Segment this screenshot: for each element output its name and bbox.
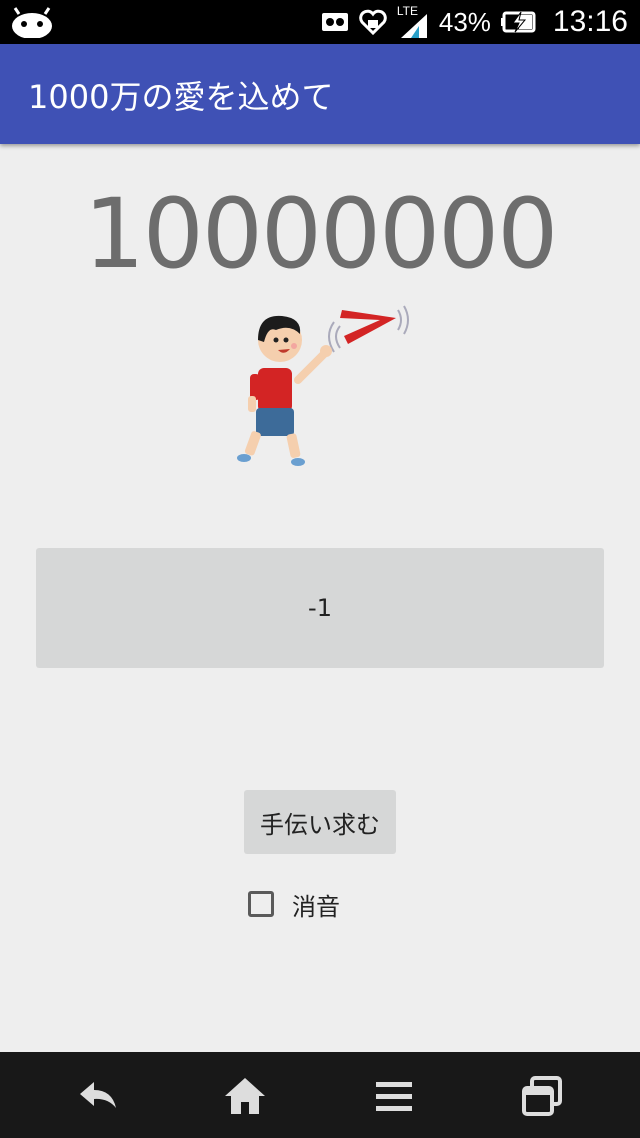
mute-checkbox[interactable] bbox=[248, 891, 274, 917]
android-icon bbox=[12, 7, 52, 38]
mute-option[interactable]: 消音 bbox=[248, 886, 340, 922]
counter-display: 10000000 bbox=[83, 178, 559, 290]
home-icon[interactable] bbox=[221, 1072, 269, 1120]
voicemail-icon bbox=[321, 13, 348, 31]
app-title: 1000万の愛を込めて bbox=[28, 78, 334, 116]
mute-label: 消音 bbox=[292, 892, 340, 921]
signal-icon: LTE bbox=[397, 4, 429, 40]
decrement-button-label: -1 bbox=[308, 594, 332, 622]
decrement-button[interactable]: -1 bbox=[36, 548, 604, 668]
battery-percent: 43% bbox=[438, 6, 491, 37]
app-bar: 1000万の愛を込めて bbox=[0, 44, 640, 144]
menu-icon[interactable] bbox=[370, 1072, 418, 1120]
status-bar: LTE 43% 13:16 bbox=[0, 0, 640, 44]
back-icon[interactable] bbox=[74, 1072, 122, 1120]
navigation-bar bbox=[0, 1052, 640, 1138]
recent-apps-icon[interactable] bbox=[518, 1072, 566, 1120]
help-wanted-button[interactable]: 手伝い求む bbox=[244, 790, 396, 854]
boomerang-boy-illustration bbox=[237, 305, 409, 466]
clock: 13:16 bbox=[552, 5, 628, 38]
heart-shield-icon bbox=[359, 9, 387, 36]
battery-charging-icon bbox=[500, 11, 536, 33]
help-wanted-button-label: 手伝い求む bbox=[260, 810, 380, 839]
